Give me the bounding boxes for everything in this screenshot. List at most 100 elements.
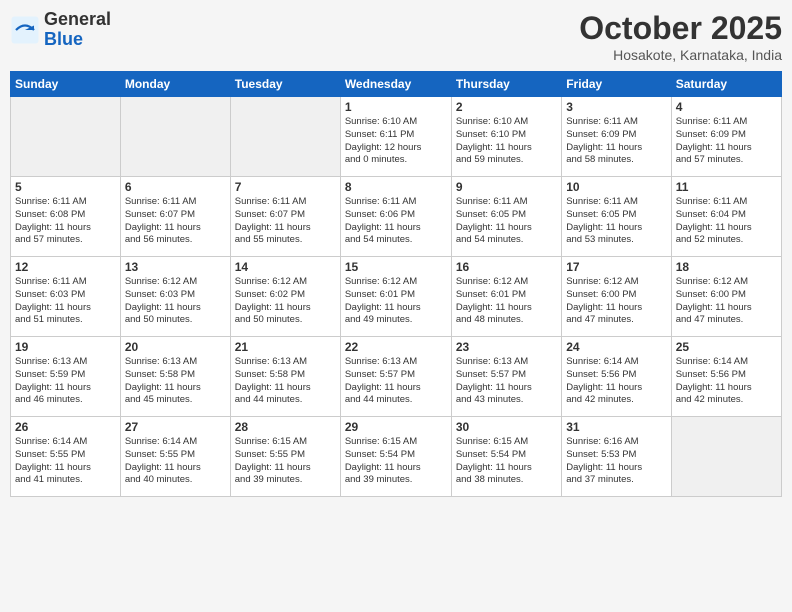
day-cell-18: 18Sunrise: 6:12 AMSunset: 6:00 PMDayligh… bbox=[671, 257, 781, 337]
day-info: Sunrise: 6:15 AMSunset: 5:55 PMDaylight:… bbox=[235, 436, 336, 487]
day-number: 23 bbox=[456, 340, 557, 354]
day-number: 30 bbox=[456, 420, 557, 434]
day-cell-16: 16 Sunrise: 6:12 AMSunset: 6:01 PMDayligh… bbox=[451, 257, 561, 337]
week-row-2: 5Sunrise: 6:11 AMSunset: 6:08 PMDaylight… bbox=[11, 177, 782, 257]
day-info: Sunrise: 6:11 AMSunset: 6:03 PMDaylight:… bbox=[15, 276, 116, 327]
day-number: 7 bbox=[235, 180, 336, 194]
day-info: Sunrise: 6:16 AMSunset: 5:53 PMDaylight:… bbox=[566, 436, 666, 487]
day-cell-23: 23 Sunrise: 6:13 AMSunset: 5:57 PMDayligh… bbox=[451, 337, 561, 417]
day-number: 3 bbox=[566, 100, 666, 114]
day-info: Sunrise: 6:15 AMSunset: 5:54 PMDaylight:… bbox=[456, 436, 557, 487]
logo: General Blue bbox=[10, 10, 111, 50]
day-number: 24 bbox=[566, 340, 666, 354]
day-number: 22 bbox=[345, 340, 447, 354]
day-cell-13: 13 Sunrise: 6:12 AMSunset: 6:03 PMDayligh… bbox=[120, 257, 230, 337]
day-cell-19: 19 Sunrise: 6:13 AMSunset: 5:59 PMDayligh… bbox=[11, 337, 121, 417]
day-number: 19 bbox=[15, 340, 116, 354]
weekday-monday: Monday bbox=[120, 72, 230, 97]
week-row-3: 12 Sunrise: 6:11 AMSunset: 6:03 PMDayligh… bbox=[11, 257, 782, 337]
location: Hosakote, Karnataka, India bbox=[579, 47, 782, 63]
day-info: Sunrise: 6:13 AMSunset: 5:57 PMDaylight:… bbox=[345, 356, 447, 407]
day-number: 31 bbox=[566, 420, 666, 434]
day-cell-31: 31 Sunrise: 6:16 AMSunset: 5:53 PMDayligh… bbox=[562, 417, 671, 497]
day-info: Sunrise: 6:11 AMSunset: 6:04 PMDaylight:… bbox=[676, 196, 777, 247]
day-cell-21: 21Sunrise: 6:13 AMSunset: 5:58 PMDayligh… bbox=[230, 337, 340, 417]
logo-blue: Blue bbox=[44, 29, 83, 49]
logo-icon bbox=[10, 15, 40, 45]
day-cell-1: 1 Sunrise: 6:10 AMSunset: 6:11 PMDaylight… bbox=[340, 97, 451, 177]
weekday-sunday: Sunday bbox=[11, 72, 121, 97]
day-info: Sunrise: 6:14 AMSunset: 5:56 PMDaylight:… bbox=[566, 356, 666, 407]
day-info: Sunrise: 6:13 AMSunset: 5:58 PMDaylight:… bbox=[235, 356, 336, 407]
calendar-table: SundayMondayTuesdayWednesdayThursdayFrid… bbox=[10, 71, 782, 497]
day-cell-14: 14Sunrise: 6:12 AMSunset: 6:02 PMDayligh… bbox=[230, 257, 340, 337]
day-cell-17: 17 Sunrise: 6:12 AMSunset: 6:00 PMDayligh… bbox=[562, 257, 671, 337]
day-info: Sunrise: 6:15 AMSunset: 5:54 PMDaylight:… bbox=[345, 436, 447, 487]
weekday-saturday: Saturday bbox=[671, 72, 781, 97]
day-number: 8 bbox=[345, 180, 447, 194]
weekday-thursday: Thursday bbox=[451, 72, 561, 97]
day-number: 6 bbox=[125, 180, 226, 194]
day-info: Sunrise: 6:13 AMSunset: 5:59 PMDaylight:… bbox=[15, 356, 116, 407]
day-cell-7: 7 Sunrise: 6:11 AMSunset: 6:07 PMDaylight… bbox=[230, 177, 340, 257]
weekday-header-row: SundayMondayTuesdayWednesdayThursdayFrid… bbox=[11, 72, 782, 97]
day-number: 9 bbox=[456, 180, 557, 194]
day-info: Sunrise: 6:10 AMSunset: 6:11 PMDaylight:… bbox=[345, 116, 447, 167]
day-info: Sunrise: 6:13 AMSunset: 5:57 PMDaylight:… bbox=[456, 356, 557, 407]
day-cell-2: 2Sunrise: 6:10 AMSunset: 6:10 PMDaylight… bbox=[451, 97, 561, 177]
day-cell-20: 20Sunrise: 6:13 AMSunset: 5:58 PMDayligh… bbox=[120, 337, 230, 417]
day-cell-24: 24 Sunrise: 6:14 AMSunset: 5:56 PMDayligh… bbox=[562, 337, 671, 417]
day-info: Sunrise: 6:12 AMSunset: 6:01 PMDaylight:… bbox=[345, 276, 447, 327]
day-cell-4: 4 Sunrise: 6:11 AMSunset: 6:09 PMDaylight… bbox=[671, 97, 781, 177]
day-info: Sunrise: 6:14 AMSunset: 5:56 PMDaylight:… bbox=[676, 356, 777, 407]
day-number: 5 bbox=[15, 180, 116, 194]
day-cell-25: 25 Sunrise: 6:14 AMSunset: 5:56 PMDayligh… bbox=[671, 337, 781, 417]
day-number: 25 bbox=[676, 340, 777, 354]
day-cell-29: 29 Sunrise: 6:15 AMSunset: 5:54 PMDayligh… bbox=[340, 417, 451, 497]
day-number: 27 bbox=[125, 420, 226, 434]
day-info: Sunrise: 6:12 AMSunset: 6:00 PMDaylight:… bbox=[566, 276, 666, 327]
day-info: Sunrise: 6:14 AMSunset: 5:55 PMDaylight:… bbox=[15, 436, 116, 487]
day-number: 13 bbox=[125, 260, 226, 274]
day-info: Sunrise: 6:14 AMSunset: 5:55 PMDaylight:… bbox=[125, 436, 226, 487]
day-number: 16 bbox=[456, 260, 557, 274]
empty-cell bbox=[230, 97, 340, 177]
week-row-5: 26 Sunrise: 6:14 AMSunset: 5:55 PMDayligh… bbox=[11, 417, 782, 497]
day-info: Sunrise: 6:11 AMSunset: 6:07 PMDaylight:… bbox=[235, 196, 336, 247]
day-info: Sunrise: 6:12 AMSunset: 6:03 PMDaylight:… bbox=[125, 276, 226, 327]
weekday-friday: Friday bbox=[562, 72, 671, 97]
day-cell-22: 22 Sunrise: 6:13 AMSunset: 5:57 PMDayligh… bbox=[340, 337, 451, 417]
day-cell-27: 27 Sunrise: 6:14 AMSunset: 5:55 PMDayligh… bbox=[120, 417, 230, 497]
day-number: 2 bbox=[456, 100, 557, 114]
day-cell-28: 28Sunrise: 6:15 AMSunset: 5:55 PMDayligh… bbox=[230, 417, 340, 497]
day-info: Sunrise: 6:11 AMSunset: 6:09 PMDaylight:… bbox=[676, 116, 777, 167]
day-cell-8: 8Sunrise: 6:11 AMSunset: 6:06 PMDaylight… bbox=[340, 177, 451, 257]
month-title: October 2025 bbox=[579, 10, 782, 47]
day-info: Sunrise: 6:11 AMSunset: 6:07 PMDaylight:… bbox=[125, 196, 226, 247]
weekday-tuesday: Tuesday bbox=[230, 72, 340, 97]
day-info: Sunrise: 6:12 AMSunset: 6:01 PMDaylight:… bbox=[456, 276, 557, 327]
day-number: 10 bbox=[566, 180, 666, 194]
header: General Blue October 2025 Hosakote, Karn… bbox=[10, 10, 782, 63]
day-number: 4 bbox=[676, 100, 777, 114]
day-number: 14 bbox=[235, 260, 336, 274]
calendar-page: General Blue October 2025 Hosakote, Karn… bbox=[0, 0, 792, 612]
logo-general: General bbox=[44, 9, 111, 29]
day-cell-5: 5Sunrise: 6:11 AMSunset: 6:08 PMDaylight… bbox=[11, 177, 121, 257]
week-row-1: 1 Sunrise: 6:10 AMSunset: 6:11 PMDaylight… bbox=[11, 97, 782, 177]
day-number: 1 bbox=[345, 100, 447, 114]
empty-cell bbox=[120, 97, 230, 177]
day-number: 17 bbox=[566, 260, 666, 274]
day-cell-6: 6 Sunrise: 6:11 AMSunset: 6:07 PMDaylight… bbox=[120, 177, 230, 257]
title-block: October 2025 Hosakote, Karnataka, India bbox=[579, 10, 782, 63]
day-info: Sunrise: 6:11 AMSunset: 6:05 PMDaylight:… bbox=[456, 196, 557, 247]
day-cell-10: 10Sunrise: 6:11 AMSunset: 6:05 PMDayligh… bbox=[562, 177, 671, 257]
day-cell-30: 30 Sunrise: 6:15 AMSunset: 5:54 PMDayligh… bbox=[451, 417, 561, 497]
day-cell-15: 15 Sunrise: 6:12 AMSunset: 6:01 PMDayligh… bbox=[340, 257, 451, 337]
day-cell-11: 11Sunrise: 6:11 AMSunset: 6:04 PMDayligh… bbox=[671, 177, 781, 257]
day-number: 18 bbox=[676, 260, 777, 274]
day-number: 29 bbox=[345, 420, 447, 434]
day-number: 12 bbox=[15, 260, 116, 274]
day-number: 15 bbox=[345, 260, 447, 274]
day-number: 26 bbox=[15, 420, 116, 434]
